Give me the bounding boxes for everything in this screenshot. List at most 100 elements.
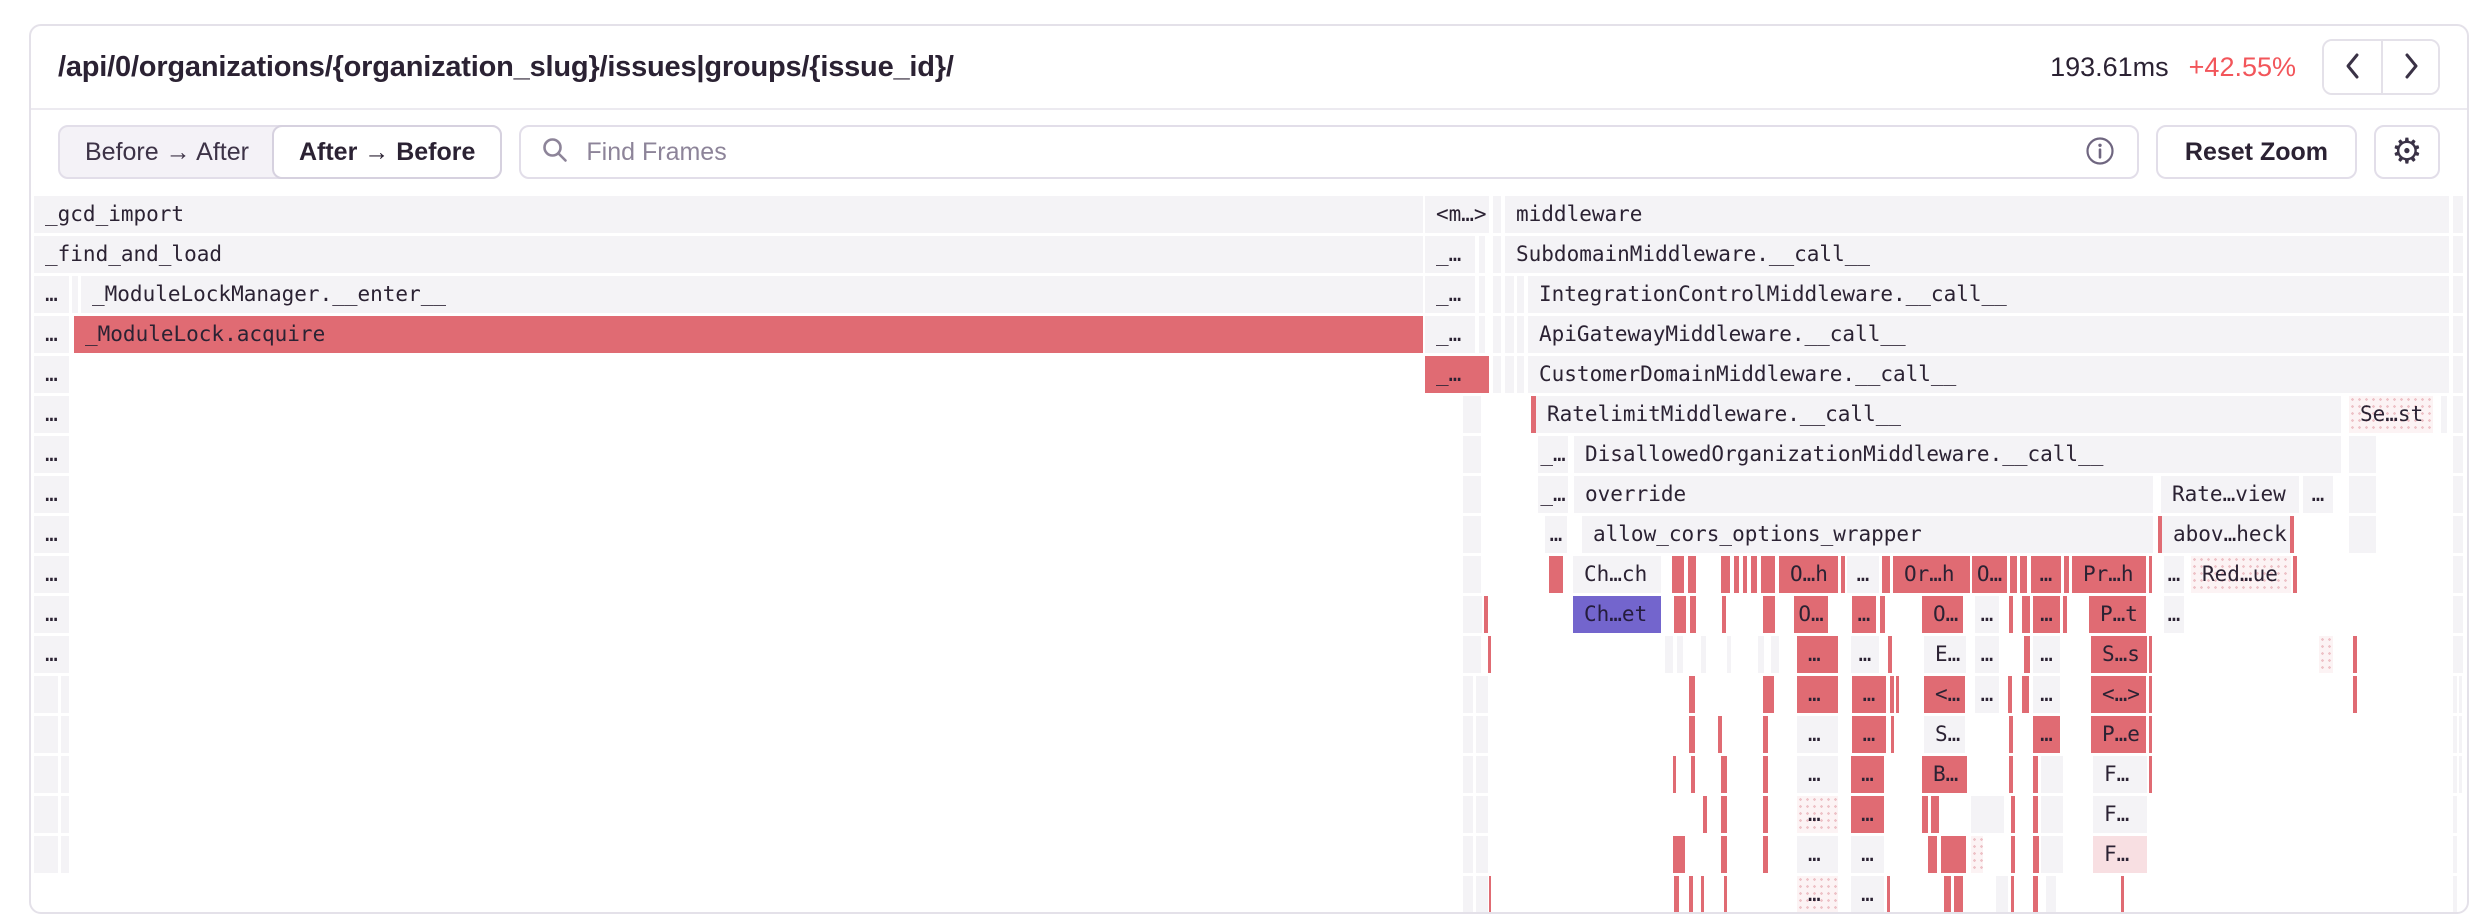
flame-frame-sliver[interactable]	[1505, 316, 1514, 353]
flame-frame-sliver[interactable]	[1690, 596, 1696, 633]
flame-frame[interactable]: …	[34, 396, 69, 433]
flame-frame-sliver[interactable]	[1673, 756, 1676, 793]
flame-frame-sliver[interactable]	[2453, 636, 2463, 673]
flame-frame-sliver[interactable]	[2453, 236, 2463, 273]
flame-frame[interactable]: SubdomainMiddleware.__call__	[1505, 236, 2449, 273]
flame-frame-sliver[interactable]	[2453, 276, 2463, 313]
flame-frame-sliver[interactable]	[1674, 596, 1686, 633]
flame-frame-sliver[interactable]	[2011, 876, 2014, 913]
flame-frame-sliver[interactable]	[1476, 756, 1488, 793]
flame-frame[interactable]: …	[34, 516, 69, 553]
flame-frame-sliver[interactable]	[1493, 236, 1501, 273]
flame-frame[interactable]: <…	[1924, 676, 1965, 713]
flame-frame[interactable]: Se…st	[2349, 396, 2433, 433]
flame-frame-sliver[interactable]	[1517, 316, 1524, 353]
flame-frame-sliver[interactable]	[2453, 436, 2463, 473]
flame-frame-sliver[interactable]	[1493, 316, 1501, 353]
flame-frame-sliver[interactable]	[1479, 276, 1485, 313]
flame-frame-sliver[interactable]	[1887, 876, 1890, 913]
flame-frame[interactable]: …	[1851, 876, 1884, 913]
flame-frame[interactable]: B…	[1922, 756, 1967, 793]
flame-frame-sliver[interactable]	[61, 676, 69, 713]
flame-frame-sliver[interactable]	[1761, 556, 1775, 593]
flame-frame-sliver[interactable]	[2009, 596, 2013, 633]
flame-frame[interactable]: F…	[2093, 836, 2147, 873]
flame-frame[interactable]: …	[34, 556, 69, 593]
flame-frame[interactable]: …	[2303, 476, 2333, 513]
flame-frame-sliver[interactable]	[34, 836, 58, 873]
flame-frame[interactable]: …	[2033, 596, 2060, 633]
flame-frame[interactable]: ApiGatewayMiddleware.__call__	[1528, 316, 2449, 353]
flame-frame-sliver[interactable]	[2349, 436, 2376, 473]
flame-frame-sliver[interactable]	[2453, 396, 2463, 433]
flame-frame-sliver[interactable]	[1672, 556, 1684, 593]
flame-frame-sliver[interactable]	[2453, 356, 2463, 393]
flame-frame-sliver[interactable]	[2010, 556, 2017, 593]
flame-frame-sliver[interactable]	[1763, 796, 1768, 833]
flame-frame[interactable]: …	[1852, 676, 1886, 713]
flame-frame[interactable]: O…	[1972, 556, 2007, 593]
flame-frame-sliver[interactable]	[34, 796, 58, 833]
flame-frame-sliver[interactable]	[2453, 516, 2463, 553]
flame-frame[interactable]: …	[1797, 636, 1838, 673]
flame-frame-sliver[interactable]	[1896, 676, 1899, 713]
flame-frame-sliver[interactable]	[1463, 516, 1481, 553]
flame-frame-sliver[interactable]	[34, 756, 58, 793]
flame-frame-sliver[interactable]	[1954, 876, 1963, 913]
flame-frame-sliver[interactable]	[1758, 636, 1764, 673]
flame-frame[interactable]: O…	[1794, 596, 1828, 633]
flame-frame[interactable]: Or…h	[1893, 556, 1970, 593]
flame-frame-sliver[interactable]	[61, 836, 69, 873]
flame-frame-sliver[interactable]	[1677, 636, 1683, 673]
flame-frame-sliver[interactable]	[1944, 876, 1951, 913]
flame-frame-sliver[interactable]	[1880, 596, 1885, 633]
flame-frame-sliver[interactable]	[2149, 556, 2152, 593]
settings-button[interactable]: ⚙	[2374, 125, 2440, 179]
flame-frame-sliver[interactable]	[2459, 716, 2462, 753]
flame-frame[interactable]: …	[2164, 596, 2184, 633]
flame-frame-sliver[interactable]	[1763, 596, 1775, 633]
flame-frame-sliver[interactable]	[1771, 636, 1779, 673]
flame-frame[interactable]: …	[1797, 796, 1838, 833]
flame-frame[interactable]: _ModuleLockManager.__enter__	[81, 276, 1423, 313]
flame-frame-sliver[interactable]	[1488, 636, 1491, 673]
flame-frame-sliver[interactable]	[1688, 556, 1696, 593]
flame-frame-sliver[interactable]	[1463, 636, 1481, 673]
flame-frame[interactable]: override	[1574, 476, 2153, 513]
flamegraph[interactable]: _gcd_import<m…>middleware_find_and_load_…	[31, 196, 2467, 914]
flame-frame[interactable]: RatelimitMiddleware.__call__	[1531, 396, 2341, 433]
flame-frame-sliver[interactable]	[1463, 436, 1481, 473]
flame-frame-sliver[interactable]	[34, 716, 58, 753]
flame-frame-sliver[interactable]	[2011, 836, 2015, 873]
flame-frame-sliver[interactable]	[2022, 596, 2030, 633]
toggle-before-after[interactable]: Before → After	[60, 127, 274, 177]
flame-frame[interactable]: DisallowedOrganizationMiddleware.__call_…	[1574, 436, 2341, 473]
flame-frame[interactable]: …	[34, 276, 69, 313]
flame-frame-sliver[interactable]	[2319, 636, 2333, 673]
flame-frame[interactable]: IntegrationControlMiddleware.__call__	[1528, 276, 2449, 313]
flame-frame-sliver[interactable]	[2024, 636, 2030, 673]
flame-frame[interactable]: abov…heck	[2158, 516, 2294, 553]
flame-frame-sliver[interactable]	[1673, 836, 1685, 873]
flame-frame[interactable]: …	[1797, 756, 1838, 793]
flame-frame-sliver[interactable]	[1549, 556, 1563, 593]
flame-frame-sliver[interactable]	[1941, 836, 1966, 873]
flame-frame-sliver[interactable]	[1971, 836, 1983, 873]
flame-frame-sliver[interactable]	[2453, 796, 2457, 833]
flame-frame-sliver[interactable]	[2008, 676, 2012, 713]
flame-frame-sliver[interactable]	[1703, 796, 1707, 833]
flame-frame-sliver[interactable]	[1476, 876, 1488, 913]
flame-frame[interactable]: E…	[1924, 636, 1966, 673]
flame-frame[interactable]: _gcd_import	[34, 196, 1423, 233]
flame-frame[interactable]: …	[1797, 876, 1838, 913]
flame-frame-sliver[interactable]	[2046, 876, 2056, 913]
flame-frame[interactable]: Ch…et	[1573, 596, 1661, 633]
flame-frame-sliver[interactable]	[1484, 596, 1488, 633]
flame-frame-sliver[interactable]	[1517, 276, 1524, 313]
flame-frame[interactable]: P…e	[2091, 716, 2146, 753]
flame-frame-sliver[interactable]	[1724, 876, 1727, 913]
flame-frame-sliver[interactable]	[1751, 556, 1757, 593]
flame-frame[interactable]: …	[34, 596, 69, 633]
flame-frame-sliver[interactable]	[1890, 676, 1894, 713]
flame-frame-sliver[interactable]	[2121, 876, 2124, 913]
